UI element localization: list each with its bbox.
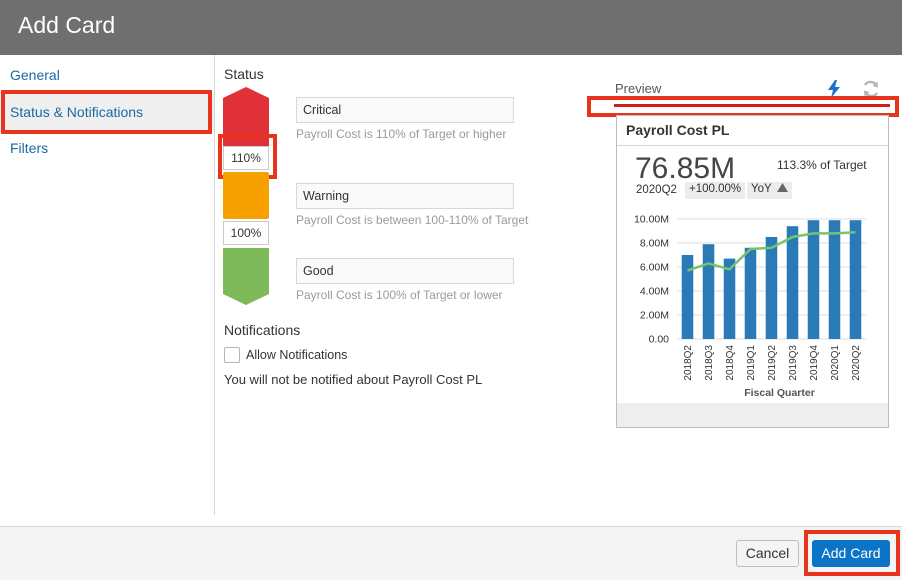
good-status-shape [223, 248, 269, 305]
card-footer [617, 403, 888, 427]
add-card-button[interactable]: Add Card [812, 540, 890, 567]
y-tick-label: 0.00 [649, 334, 670, 346]
y-tick-label: 4.00M [640, 286, 669, 298]
y-tick-label: 8.00M [640, 238, 669, 250]
card-title: Payroll Cost PL [626, 122, 730, 138]
preview-card: Payroll Cost PL 76.85M 113.3% of Target … [616, 115, 889, 428]
warning-shape-fill [223, 172, 269, 219]
lightning-icon[interactable] [826, 80, 842, 98]
x-tick-label: 2019Q3 [788, 345, 799, 381]
yoy-badge: YoY [747, 182, 792, 199]
x-tick-label: 2019Q1 [746, 345, 757, 381]
sidebar-item-general[interactable]: General [0, 55, 214, 95]
y-tick-label: 10.00M [634, 214, 669, 226]
critical-status-shape [223, 87, 269, 147]
critical-label-field[interactable]: Critical [296, 97, 514, 123]
change-badge: +100.00% [685, 182, 746, 199]
critical-shape-fill [223, 87, 269, 147]
warning-help-text: Payroll Cost is between 100-110% of Targ… [296, 213, 529, 227]
card-header: Payroll Cost PL [617, 116, 888, 146]
critical-help-text: Payroll Cost is 110% of Target or higher [296, 127, 507, 141]
x-tick-label: 2018Q4 [725, 345, 736, 381]
chart-bar [786, 226, 799, 339]
chart-bar [765, 237, 778, 339]
warning-status-shape [223, 172, 269, 219]
notifications-heading: Notifications [224, 322, 301, 338]
chart-bar [849, 220, 862, 339]
payroll-chart: 0.00 2.00M 4.00M 6.00M 8.00M 10.00M 2018Q2 2018… [634, 214, 866, 399]
sidebar-item-filters[interactable]: Filters [0, 128, 214, 168]
status-heading: Status [224, 66, 264, 82]
chart-bar [702, 244, 715, 339]
sidebar-item-status-notifications[interactable]: Status & Notifications [0, 92, 214, 132]
chart-bar [828, 220, 841, 339]
x-tick-label: 2019Q2 [767, 345, 778, 381]
x-tick-label: 2020Q2 [851, 345, 862, 381]
allow-notifications-checkbox[interactable] [224, 347, 240, 363]
cancel-button[interactable]: Cancel [736, 540, 799, 567]
chart-bar [807, 220, 820, 339]
warning-label-field[interactable]: Warning [296, 183, 514, 209]
threshold-warning-input[interactable]: 100% [223, 221, 269, 245]
yoy-label: YoY [751, 183, 772, 195]
chart-bar [681, 255, 694, 339]
kpi-period: 2020Q2 [636, 184, 677, 196]
kpi-value: 76.85M [635, 152, 736, 185]
allow-notifications-label: Allow Notifications [246, 348, 348, 362]
y-tick-label: 6.00M [640, 262, 669, 274]
good-label-field[interactable]: Good [296, 258, 514, 284]
threshold-critical-input[interactable]: 110% [223, 146, 269, 170]
preview-label: Preview [615, 81, 662, 96]
x-tick-label: 2020Q1 [830, 345, 841, 381]
x-tick-label: 2019Q4 [809, 345, 820, 381]
dialog-header: Add Card [0, 0, 902, 55]
x-axis-title: Fiscal Quarter [744, 387, 815, 399]
good-help-text: Payroll Cost is 100% of Target or lower [296, 288, 503, 302]
triangle-up-icon [776, 183, 788, 192]
x-tick-label: 2018Q2 [683, 345, 694, 381]
refresh-icon[interactable] [862, 80, 880, 98]
y-tick-label: 2.00M [640, 310, 669, 322]
good-shape-fill [223, 248, 269, 305]
preview-status-bar [614, 104, 890, 107]
target-percentage: 113.3% of Target [777, 158, 867, 172]
sidebar: General Status & Notifications Filters [0, 55, 215, 515]
x-tick-label: 2018Q3 [704, 345, 715, 381]
chart-bar [744, 247, 757, 339]
notification-message: You will not be notified about Payroll C… [224, 372, 483, 387]
dialog-title: Add Card [18, 12, 116, 38]
